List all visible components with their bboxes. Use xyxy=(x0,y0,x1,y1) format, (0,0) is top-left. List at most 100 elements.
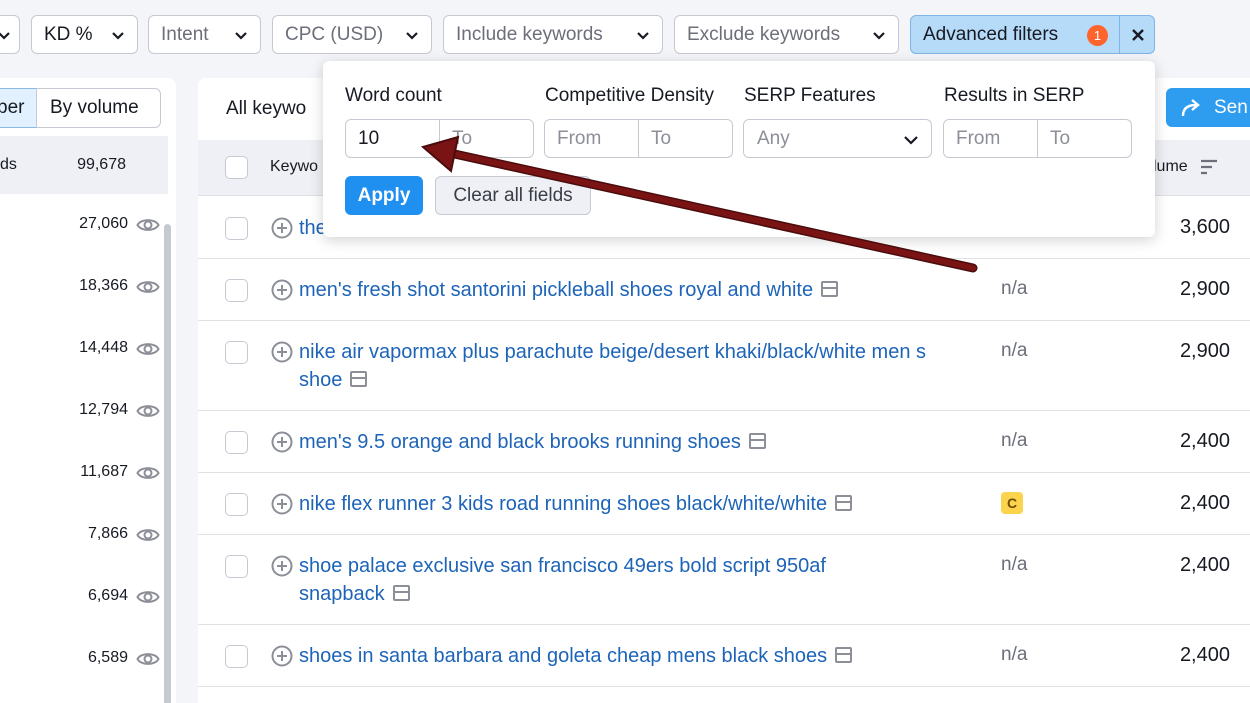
results-from-input[interactable]: From xyxy=(944,120,1037,157)
row-checkbox[interactable] xyxy=(225,493,248,516)
eye-icon[interactable] xyxy=(136,275,160,299)
kd-filter-button[interactable]: KD % xyxy=(31,15,138,54)
comp-density-to-input[interactable]: To xyxy=(638,120,732,157)
group-count: 27,060 xyxy=(79,215,128,232)
competitive-density-range: From To xyxy=(544,119,733,158)
group-count: 6,694 xyxy=(87,587,128,604)
volume-column-header[interactable]: lume xyxy=(1153,158,1188,176)
eye-icon[interactable] xyxy=(136,461,160,485)
serp-icon[interactable] xyxy=(821,281,839,297)
serp-icon[interactable] xyxy=(748,433,766,449)
add-circle-icon[interactable] xyxy=(271,217,293,239)
results-to-input[interactable]: To xyxy=(1037,120,1131,157)
chevron-down-icon xyxy=(0,32,10,40)
by-number-toggle[interactable]: ber xyxy=(0,88,37,128)
left-panel-scrollbar[interactable] xyxy=(164,224,171,703)
volume-value: 3,600 xyxy=(1179,216,1230,238)
eye-icon[interactable] xyxy=(136,647,160,671)
group-count: 14,448 xyxy=(79,339,128,356)
chevron-down-icon xyxy=(873,32,885,40)
left-panel: ber By volume ds 99,678 27,060 18,366 14… xyxy=(0,78,176,703)
cpc-filter-label: CPC (USD) xyxy=(285,23,384,45)
add-circle-icon[interactable] xyxy=(271,279,293,301)
serp-features-select[interactable]: Any xyxy=(743,119,932,158)
serp-icon[interactable] xyxy=(835,647,853,663)
results-in-serp-label: Results in SERP xyxy=(944,85,1085,106)
add-circle-icon[interactable] xyxy=(271,493,293,515)
keyword-link[interactable]: men's fresh shot santorini pickleball sh… xyxy=(299,276,969,304)
eye-icon[interactable] xyxy=(136,399,160,423)
keyword-text: shoes in santa barbara and goleta cheap … xyxy=(299,645,828,667)
add-circle-icon[interactable] xyxy=(271,645,293,667)
all-keywords-tab[interactable]: All keywo xyxy=(226,98,306,120)
divider xyxy=(1119,16,1120,53)
word-count-to-input[interactable]: To xyxy=(439,120,533,157)
filter-bar: KD % Intent CPC (USD) Include keywords E… xyxy=(0,0,1250,70)
keyword-link[interactable]: shoes in santa barbara and goleta cheap … xyxy=(299,642,969,670)
by-volume-toggle[interactable]: By volume xyxy=(36,88,161,128)
group-row[interactable]: 18,366 xyxy=(0,257,168,319)
left-panel-header: ds 99,678 xyxy=(0,136,168,194)
filter-partial-button[interactable] xyxy=(0,15,20,54)
advanced-filters-button[interactable]: Advanced filters 1 xyxy=(910,15,1155,54)
keyword-link[interactable]: nike air vapormax plus parachute beige/d… xyxy=(299,338,969,394)
group-row[interactable]: 12,794 xyxy=(0,381,168,443)
advanced-filters-panel: Word count 10 To Competitive Density Fro… xyxy=(323,61,1155,237)
send-button[interactable]: Sen xyxy=(1166,88,1250,127)
apply-button[interactable]: Apply xyxy=(345,176,423,215)
intent-filter-label: Intent xyxy=(161,23,209,45)
row-checkbox[interactable] xyxy=(225,341,248,364)
eye-icon[interactable] xyxy=(136,213,160,237)
intent-filter-button[interactable]: Intent xyxy=(148,15,261,54)
keyword-text: nike flex runner 3 kids road running sho… xyxy=(299,493,828,515)
all-keywords-count: 99,678 xyxy=(77,156,126,173)
group-row[interactable]: 11,687 xyxy=(0,443,168,505)
group-count: 11,687 xyxy=(80,463,128,480)
row-checkbox[interactable] xyxy=(225,431,248,454)
results-in-serp-range: From To xyxy=(943,119,1132,158)
table-row: nike flex runner 3 kids road running sho… xyxy=(198,473,1250,535)
group-row[interactable]: 6,589 xyxy=(0,629,168,691)
clear-all-fields-button[interactable]: Clear all fields xyxy=(435,176,591,215)
select-all-checkbox[interactable] xyxy=(225,156,248,179)
serp-features-label: SERP Features xyxy=(744,85,876,106)
keyword-column-header[interactable]: Keywo xyxy=(270,158,318,176)
share-arrow-icon xyxy=(1181,98,1200,116)
chevron-down-icon xyxy=(637,32,649,40)
group-row[interactable]: 7,866 xyxy=(0,505,168,567)
row-checkbox[interactable] xyxy=(225,555,248,578)
kd-filter-label: KD % xyxy=(44,23,93,45)
add-circle-icon[interactable] xyxy=(271,431,293,453)
eye-icon[interactable] xyxy=(136,523,160,547)
group-row[interactable]: 27,060 xyxy=(0,195,168,257)
clear-advanced-filters-button[interactable] xyxy=(1125,22,1151,48)
row-checkbox[interactable] xyxy=(225,217,248,240)
keyword-link[interactable]: nike flex runner 3 kids road running sho… xyxy=(299,490,969,518)
group-row[interactable]: 6,694 xyxy=(0,567,168,629)
add-circle-icon[interactable] xyxy=(271,555,293,577)
row-checkbox[interactable] xyxy=(225,279,248,302)
serp-icon[interactable] xyxy=(392,585,410,601)
chevron-down-icon xyxy=(112,32,124,40)
comp-density-from-input[interactable]: From xyxy=(545,120,638,157)
include-keywords-button[interactable]: Include keywords xyxy=(443,15,663,54)
table-row: men's 9.5 orange and black brooks runnin… xyxy=(198,411,1250,473)
add-circle-icon[interactable] xyxy=(271,341,293,363)
cpc-filter-button[interactable]: CPC (USD) xyxy=(272,15,432,54)
group-row[interactable]: 14,448 xyxy=(0,319,168,381)
eye-icon[interactable] xyxy=(136,585,160,609)
all-keywords-label: ds xyxy=(0,156,17,173)
word-count-from-input[interactable]: 10 xyxy=(346,120,439,157)
serp-icon[interactable] xyxy=(350,371,368,387)
sort-icon[interactable] xyxy=(1200,159,1218,175)
exclude-keywords-label: Exclude keywords xyxy=(687,23,841,45)
keyword-link[interactable]: shoe palace exclusive san francisco 49er… xyxy=(299,552,889,608)
keyword-link[interactable]: men's 9.5 orange and black brooks runnin… xyxy=(299,428,969,456)
table-row: men's fresh shot santorini pickleball sh… xyxy=(198,259,1250,321)
exclude-keywords-button[interactable]: Exclude keywords xyxy=(674,15,899,54)
group-count: 12,794 xyxy=(79,401,128,418)
eye-icon[interactable] xyxy=(136,337,160,361)
table-row: shoes in santa barbara and goleta cheap … xyxy=(198,625,1250,687)
serp-icon[interactable] xyxy=(835,495,853,511)
row-checkbox[interactable] xyxy=(225,645,248,668)
